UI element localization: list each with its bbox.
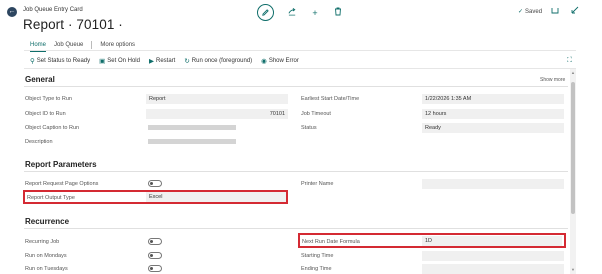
object-type-field[interactable]: Report <box>146 94 288 104</box>
status-label: Status <box>301 125 317 131</box>
general-section-title[interactable]: General <box>25 75 55 84</box>
check-icon: ✓ <box>518 9 524 15</box>
action-label: Show Error <box>268 58 299 64</box>
starting-time-label: Starting Time <box>301 253 334 259</box>
scroll-up-arrow-icon[interactable]: ▲ <box>571 70 575 75</box>
object-caption-label: Object Caption to Run <box>25 125 80 131</box>
collapse-icon <box>571 6 579 14</box>
open-new-window-button[interactable] <box>551 6 559 16</box>
open-window-icon <box>551 8 559 14</box>
action-label: Restart <box>155 58 176 64</box>
collapse-button[interactable] <box>571 6 579 16</box>
recurring-job-label: Recurring Job <box>25 239 60 245</box>
object-type-label: Object Type to Run <box>25 96 72 102</box>
page-caption: Job Queue Entry Card <box>23 7 83 13</box>
earliest-start-field[interactable]: 1/22/2026 1:35 AM <box>422 94 564 104</box>
job-timeout-field[interactable]: 12 hours <box>422 109 564 119</box>
starting-time-field[interactable] <box>422 251 564 261</box>
scroll-down-arrow-icon[interactable]: ▼ <box>571 267 575 272</box>
run-on-tuesdays-toggle[interactable] <box>148 265 162 272</box>
run-on-tuesdays-label: Run on Tuesdays <box>25 266 68 272</box>
saved-status: ✓ Saved <box>518 8 542 15</box>
job-timeout-label: Job Timeout <box>301 111 331 117</box>
set-on-hold-button[interactable]: ▣ Set On Hold <box>99 57 140 65</box>
action-bar: ⚲ Set Status to Ready ▣ Set On Hold ▶ Resta… <box>30 57 308 65</box>
tab-divider <box>91 41 93 49</box>
actions-divider <box>24 68 576 69</box>
restart-button[interactable]: ▶ Restart <box>149 57 175 65</box>
general-section-divider <box>24 86 568 87</box>
description-label: Description <box>25 139 53 145</box>
printer-name-field[interactable] <box>422 179 564 189</box>
request-page-options-toggle[interactable] <box>148 180 162 187</box>
new-button[interactable]: + <box>310 8 320 18</box>
run-once-icon: ↻ <box>184 58 190 65</box>
personalize-button[interactable]: ⛶ <box>567 57 572 65</box>
pencil-icon <box>262 9 269 16</box>
share-button[interactable] <box>287 7 297 18</box>
set-status-ready-button[interactable]: ⚲ Set Status to Ready <box>30 57 90 65</box>
tab-job-queue[interactable]: Job Queue <box>54 42 83 49</box>
back-button[interactable]: ← <box>7 7 17 17</box>
saved-label: Saved <box>525 9 543 15</box>
run-on-mondays-toggle[interactable] <box>148 252 162 259</box>
output-type-highlight <box>23 190 288 204</box>
personalize-icon: ⛶ <box>567 57 572 64</box>
action-label: Run once (foreground) <box>191 58 253 64</box>
restart-icon: ▶ <box>148 58 154 65</box>
status-field[interactable]: Ready <box>422 123 564 133</box>
hold-icon: ▣ <box>99 58 106 65</box>
recurring-job-toggle[interactable] <box>148 238 162 245</box>
ending-time-field[interactable] <box>422 264 564 274</box>
action-label: Set On Hold <box>107 58 140 64</box>
tab-home[interactable]: Home <box>30 42 47 52</box>
delete-button[interactable] <box>333 7 343 18</box>
printer-name-label: Printer Name <box>301 181 334 187</box>
recurrence-section-title[interactable]: Recurrence <box>25 217 69 226</box>
top-toolbar: + <box>257 4 343 21</box>
report-parameters-section-title[interactable]: Report Parameters <box>25 160 97 169</box>
recurrence-divider <box>24 228 568 229</box>
plus-icon: + <box>312 7 318 18</box>
trash-icon <box>335 7 341 16</box>
tab-more-options[interactable]: More options <box>100 42 135 49</box>
run-on-mondays-label: Run on Mondays <box>25 253 67 259</box>
ending-time-label: Ending Time <box>301 266 332 272</box>
object-id-label: Object ID to Run <box>25 111 66 117</box>
next-run-formula-highlight <box>298 233 566 248</box>
object-caption-field[interactable] <box>148 125 236 130</box>
object-id-field[interactable]: 70101 <box>146 109 288 119</box>
show-error-button[interactable]: ◉ Show Error <box>261 57 299 65</box>
show-error-icon: ◉ <box>261 58 267 65</box>
request-page-options-label: Report Request Page Options <box>25 181 99 187</box>
action-label: Set Status to Ready <box>36 58 91 64</box>
page-title: Report · 70101 · <box>23 17 123 32</box>
scrollbar-thumb[interactable] <box>571 82 575 214</box>
report-parameters-divider <box>24 171 568 172</box>
run-once-button[interactable]: ↻ Run once (foreground) <box>184 57 252 65</box>
action-tabs: Home Job Queue More options <box>30 41 143 52</box>
edit-button[interactable] <box>257 4 274 21</box>
set-status-icon: ⚲ <box>30 58 35 65</box>
earliest-start-label: Earliest Start Date/Time <box>301 96 360 102</box>
description-field[interactable] <box>148 139 236 144</box>
share-icon <box>287 7 295 16</box>
show-more-link[interactable]: Show more <box>540 77 565 83</box>
tabs-divider <box>24 50 576 51</box>
back-arrow-icon: ← <box>8 8 16 15</box>
